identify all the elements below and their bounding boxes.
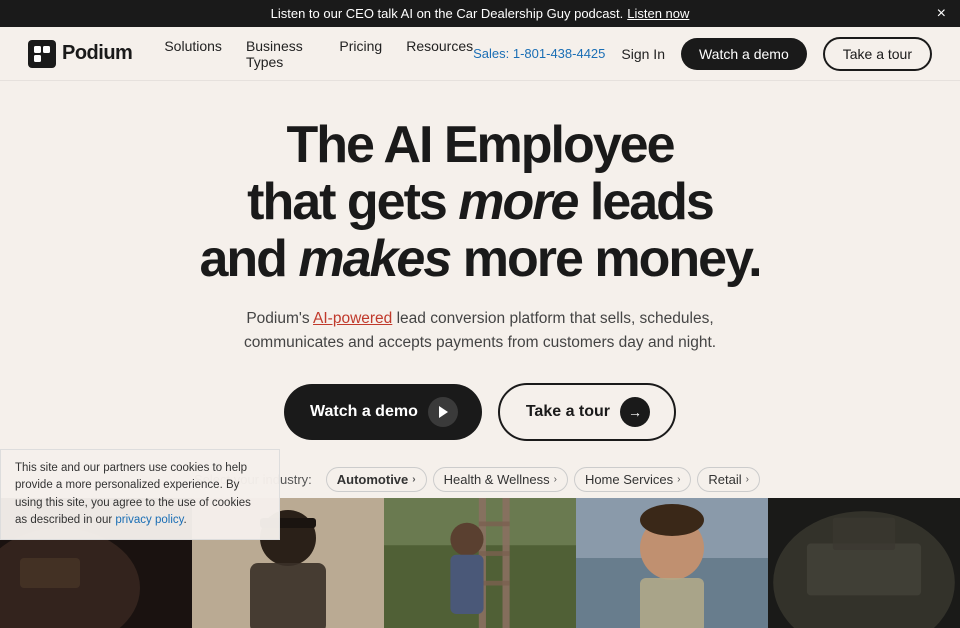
- nav-links: Solutions Business Types Pricing Resourc…: [164, 38, 473, 70]
- nav-business-types[interactable]: Business Types: [246, 38, 315, 70]
- chevron-down-icon: ›: [554, 474, 557, 485]
- hero-title: The AI Employee that gets more leads and…: [199, 117, 760, 289]
- nav-right: Sales: 1-801-438-4425 Sign In Watch a de…: [473, 37, 932, 71]
- arrow-circle-icon: →: [620, 397, 650, 427]
- logo-text: Podium: [62, 42, 132, 65]
- nav-pricing[interactable]: Pricing: [339, 38, 382, 70]
- nav-resources[interactable]: Resources: [406, 38, 473, 70]
- photo-segment-5: [768, 498, 960, 628]
- chevron-down-icon: ›: [746, 474, 749, 485]
- hero-title-line2-before: that gets: [247, 173, 458, 231]
- logo-icon: [28, 40, 56, 68]
- photo-segment-3: [384, 498, 576, 628]
- industry-retail[interactable]: Retail ›: [697, 467, 760, 492]
- take-tour-hero-button[interactable]: Take a tour →: [498, 383, 676, 441]
- hero-subtitle-before: Podium's: [246, 310, 313, 327]
- industry-home[interactable]: Home Services ›: [574, 467, 691, 492]
- announcement-bar: Listen to our CEO talk AI on the Car Dea…: [0, 0, 960, 27]
- industry-automotive-label: Automotive: [337, 472, 409, 487]
- sales-phone[interactable]: Sales: 1-801-438-4425: [473, 46, 605, 61]
- cookie-notice: This site and our partners use cookies t…: [0, 449, 280, 540]
- announcement-text: Listen to our CEO talk AI on the Car Dea…: [271, 6, 624, 21]
- industry-retail-label: Retail: [708, 472, 741, 487]
- industry-health[interactable]: Health & Wellness ›: [433, 467, 568, 492]
- cookie-privacy-link[interactable]: privacy policy: [115, 514, 183, 526]
- signin-link[interactable]: Sign In: [621, 46, 665, 62]
- close-announcement-button[interactable]: ×: [937, 6, 946, 22]
- chevron-down-icon: ›: [412, 474, 415, 485]
- industry-health-label: Health & Wellness: [444, 472, 550, 487]
- watch-demo-nav-button[interactable]: Watch a demo: [681, 38, 807, 70]
- ai-powered-link[interactable]: AI-powered: [313, 310, 392, 327]
- hero-title-line3-before: and: [199, 230, 298, 288]
- play-icon: [439, 406, 448, 418]
- watch-demo-hero-button[interactable]: Watch a demo: [284, 384, 482, 440]
- hero-title-line1: The AI Employee: [286, 116, 673, 174]
- take-tour-hero-label: Take a tour: [526, 403, 610, 421]
- hero-title-more: more: [458, 173, 577, 231]
- play-circle-icon: [428, 397, 458, 427]
- navbar: Podium Solutions Business Types Pricing …: [0, 27, 960, 81]
- chevron-down-icon: ›: [677, 474, 680, 485]
- watch-demo-hero-label: Watch a demo: [310, 403, 418, 421]
- photo-segment-4: [576, 498, 768, 628]
- hero-subtitle: Podium's AI-powered lead conversion plat…: [240, 307, 720, 355]
- hero-cta: Watch a demo Take a tour →: [284, 383, 676, 441]
- hero-title-line3-after: more money.: [450, 230, 760, 288]
- arrow-icon: →: [628, 404, 642, 420]
- nav-solutions[interactable]: Solutions: [164, 38, 222, 70]
- hero-section: The AI Employee that gets more leads and…: [0, 81, 960, 457]
- industry-automotive[interactable]: Automotive ›: [326, 467, 427, 492]
- announcement-link[interactable]: Listen now: [627, 6, 689, 21]
- hero-title-makes: makes: [298, 230, 450, 288]
- take-tour-nav-button[interactable]: Take a tour: [823, 37, 932, 71]
- hero-title-line2-after: leads: [577, 173, 712, 231]
- industry-home-label: Home Services: [585, 472, 673, 487]
- logo[interactable]: Podium: [28, 40, 132, 68]
